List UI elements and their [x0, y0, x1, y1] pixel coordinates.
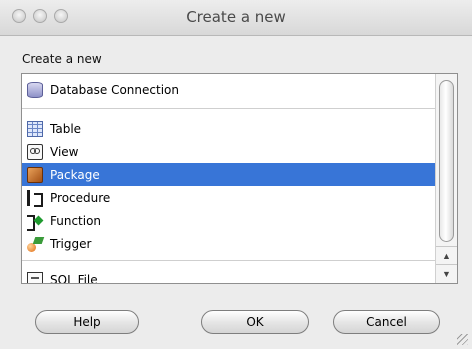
- list-item-label: View: [50, 144, 79, 159]
- database-icon: [27, 81, 43, 98]
- view-icon: [27, 143, 43, 160]
- list-item-database-connection[interactable]: Database Connection: [22, 78, 436, 101]
- scroll-down-arrow-icon[interactable]: ▼: [436, 264, 457, 282]
- window-title: Create a new: [186, 8, 286, 26]
- list-item-table[interactable]: Table: [22, 117, 436, 140]
- list-item-label: Table: [50, 121, 82, 136]
- ok-button[interactable]: OK: [201, 310, 309, 334]
- sql-file-icon: [27, 271, 43, 283]
- trigger-icon: [27, 236, 43, 252]
- list-item-trigger[interactable]: Trigger: [22, 232, 436, 255]
- object-type-list[interactable]: Database Connection Table View Package P…: [21, 73, 458, 284]
- procedure-icon: [27, 189, 43, 207]
- list-item-view[interactable]: View: [22, 140, 436, 163]
- list-item-sql-file[interactable]: SQL File: [22, 268, 436, 284]
- help-button[interactable]: Help: [35, 310, 139, 334]
- list-item-label: Database Connection: [50, 82, 179, 97]
- list-item-label: Package: [50, 167, 100, 182]
- list-item-label: Function: [50, 213, 102, 228]
- list-separator: [22, 108, 436, 109]
- resize-grip-icon[interactable]: [457, 334, 468, 345]
- cancel-button[interactable]: Cancel: [333, 310, 440, 334]
- list-item-procedure[interactable]: Procedure: [22, 186, 436, 209]
- list-item-label: Procedure: [50, 190, 111, 205]
- vertical-scrollbar[interactable]: ▲ ▼: [435, 74, 457, 283]
- list-item-label: Trigger: [50, 236, 92, 251]
- package-icon: [27, 166, 43, 183]
- section-label: Create a new: [22, 52, 102, 66]
- list-item-label: SQL File: [50, 272, 98, 284]
- list-item-function[interactable]: Function: [22, 209, 436, 232]
- list-item-package[interactable]: Package: [22, 163, 436, 186]
- scroll-up-arrow-icon[interactable]: ▲: [436, 246, 457, 264]
- table-icon: [27, 120, 43, 137]
- function-icon: [27, 213, 43, 231]
- scrollbar-thumb[interactable]: [439, 80, 454, 242]
- list-separator: [22, 260, 436, 261]
- title-bar: Create a new: [0, 0, 472, 36]
